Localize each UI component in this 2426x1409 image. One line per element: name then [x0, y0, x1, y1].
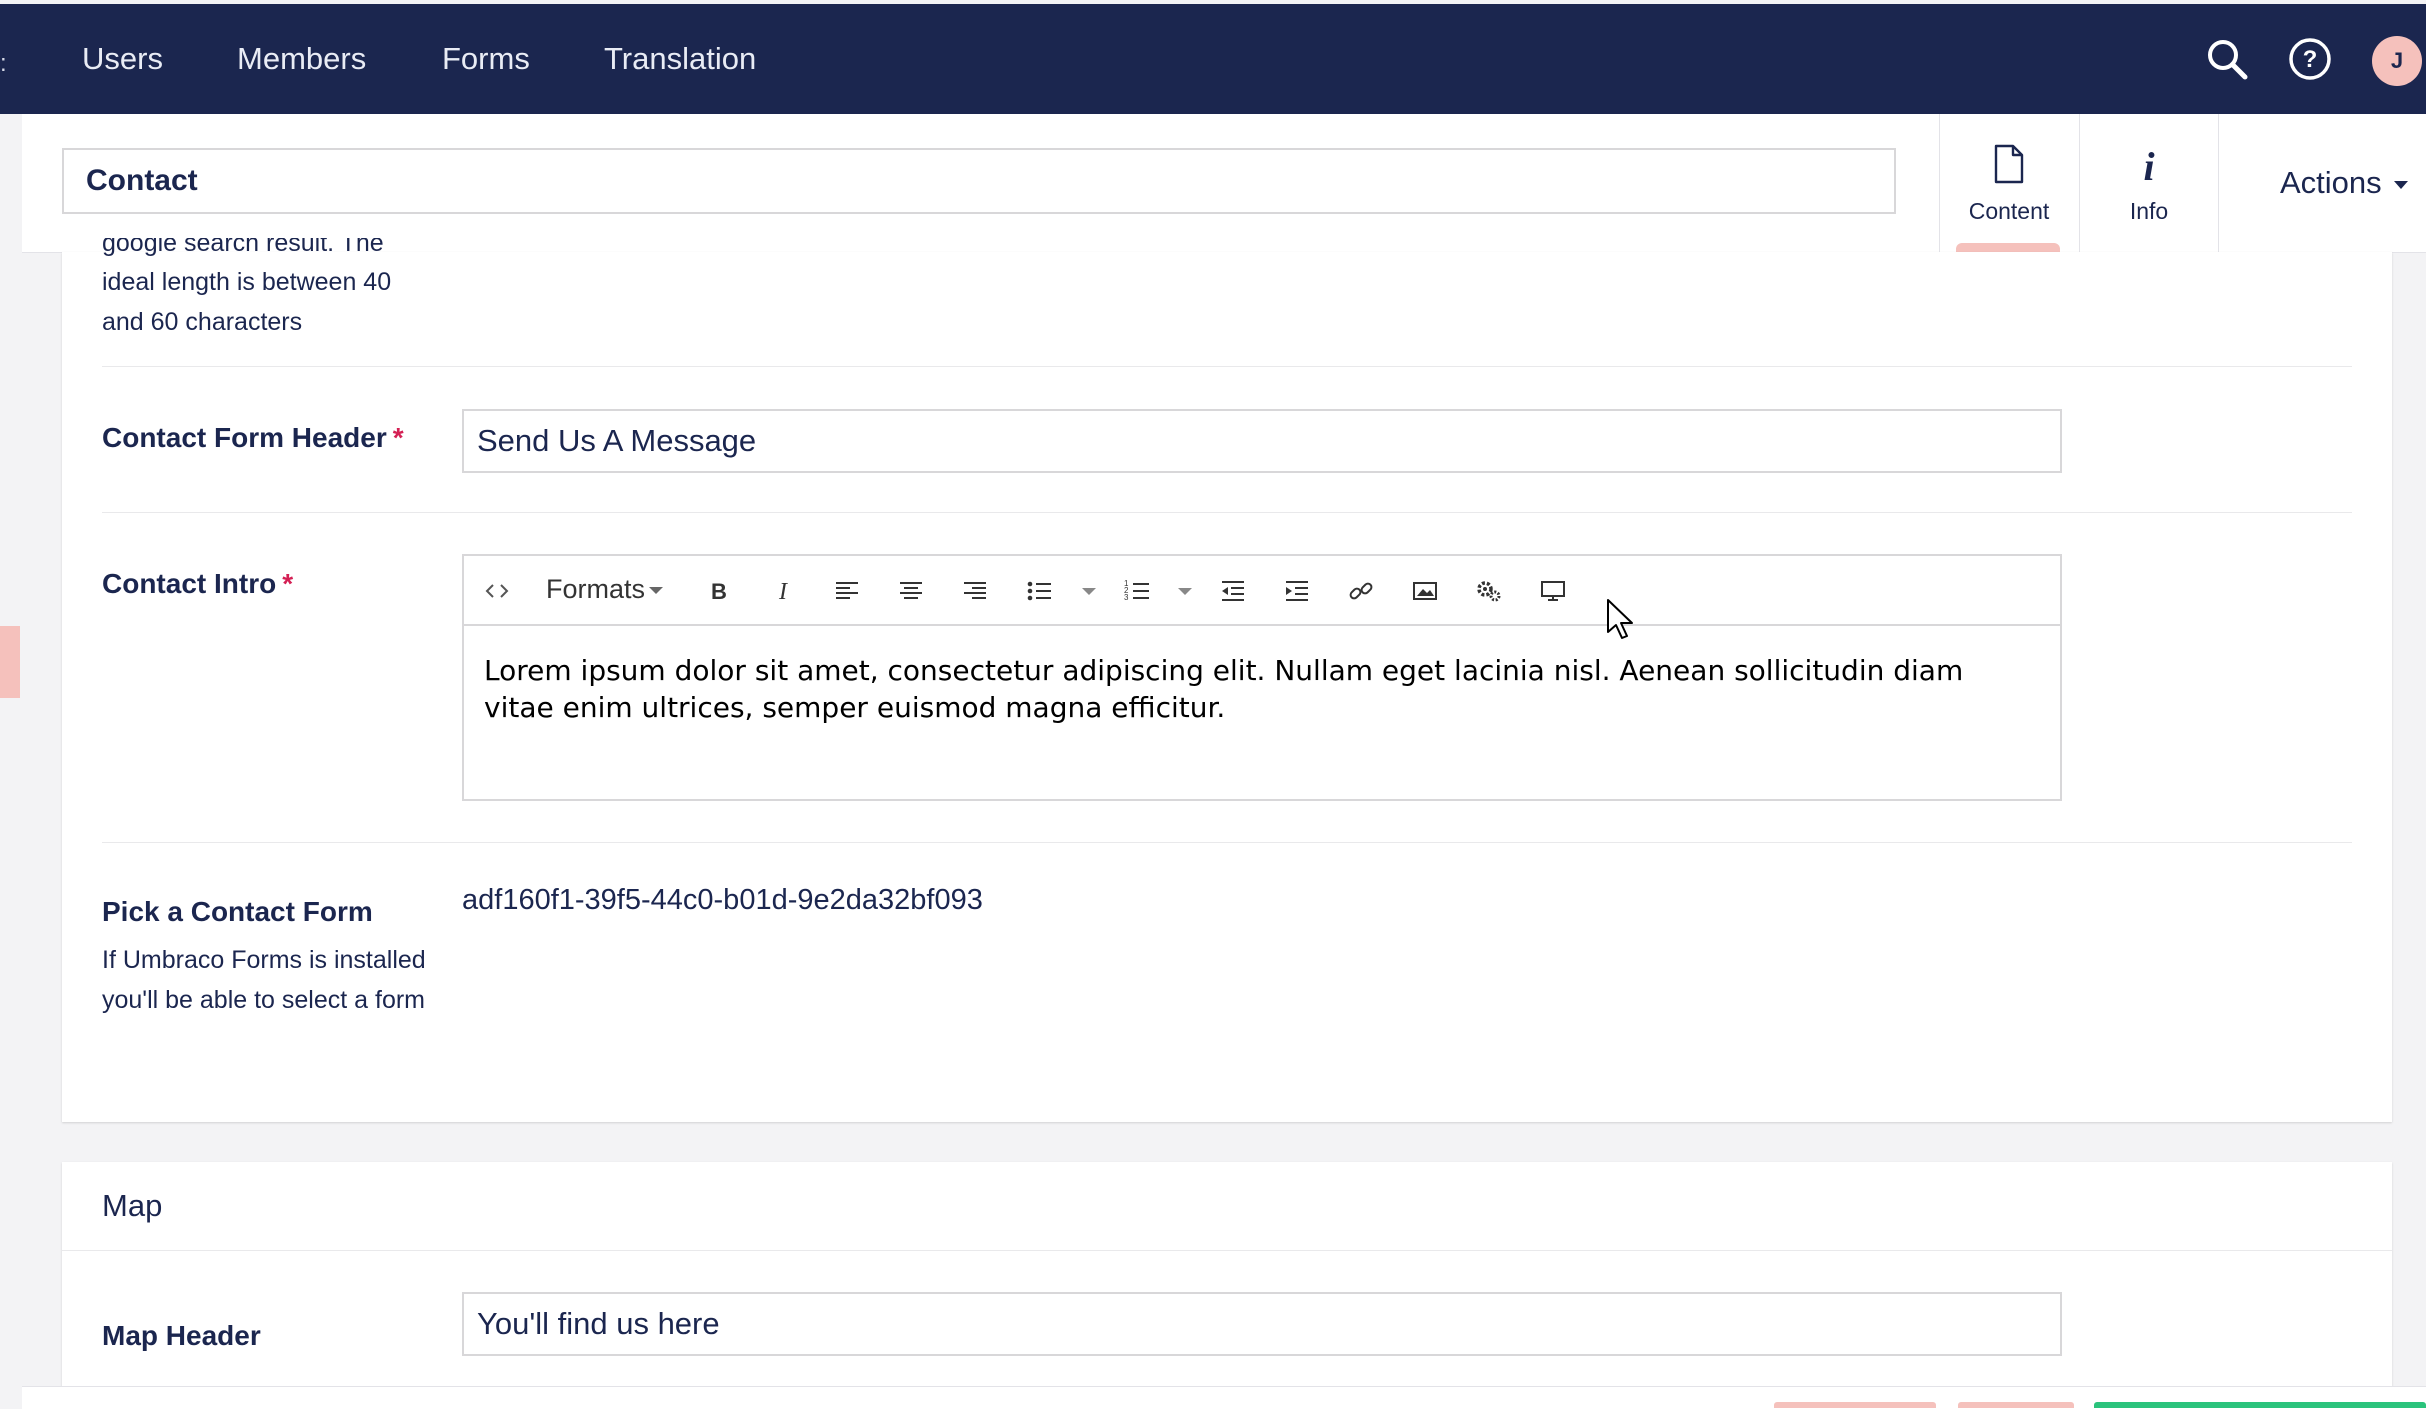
numbered-list-dropdown-icon[interactable]: [1178, 588, 1192, 595]
contact-form-header-label: Contact Form Header *: [102, 422, 404, 454]
required-marker: *: [392, 422, 404, 453]
tab-info[interactable]: i Info: [2079, 114, 2218, 252]
nav-item-translation[interactable]: Translation: [604, 4, 756, 114]
chevron-down-icon: [649, 587, 664, 595]
property-divider: [102, 512, 2352, 513]
pick-contact-form-label: Pick a Contact Form: [102, 896, 373, 927]
rte-content[interactable]: Lorem ipsum dolor sit amet, consectetur …: [484, 652, 2040, 726]
seo-description-line: google search result. The: [102, 238, 384, 257]
mouse-pointer-icon: [1607, 599, 1633, 639]
macro-settings-icon[interactable]: [1476, 578, 1502, 604]
required-marker: *: [282, 568, 294, 599]
group-title: Map: [102, 1188, 163, 1223]
document-icon: [1994, 144, 2024, 189]
tab-content[interactable]: Content: [1939, 114, 2078, 252]
formats-dropdown[interactable]: Formats: [546, 574, 664, 605]
nav-item-members[interactable]: Members: [237, 4, 366, 114]
property-divider: [102, 366, 2352, 367]
image-icon[interactable]: [1412, 578, 1438, 604]
drawer-edge-handle[interactable]: [0, 626, 20, 698]
caret-down-icon: [2393, 180, 2408, 189]
tab-info-label: Info: [2129, 198, 2169, 224]
nav-item-users[interactable]: Users: [82, 4, 163, 114]
contact-form-header-input[interactable]: Send Us A Message: [462, 409, 2062, 473]
link-icon[interactable]: [1348, 578, 1374, 604]
map-group-panel: Map Map Header You'll find us here: [62, 1162, 2392, 1408]
indent-icon[interactable]: [1284, 578, 1310, 604]
svg-text:B: B: [711, 579, 727, 604]
map-header-label: Map Header: [102, 1320, 261, 1351]
help-icon[interactable]: ?: [2287, 36, 2333, 82]
rte-toolbar: Formats B I 123: [464, 556, 2060, 626]
info-icon: i: [2137, 144, 2161, 191]
search-icon[interactable]: [2204, 36, 2250, 82]
numbered-list-icon[interactable]: 123: [1124, 578, 1150, 604]
nav-item-forms[interactable]: Forms: [442, 4, 530, 114]
footer-button-edge[interactable]: [1774, 1402, 1936, 1408]
contact-intro-rich-text-editor[interactable]: Formats B I 123 Lorem ipsum dolor sit am…: [462, 554, 2062, 801]
bullet-list-icon[interactable]: [1026, 578, 1052, 604]
align-center-icon[interactable]: [898, 578, 924, 604]
svg-text:i: i: [2143, 144, 2154, 186]
source-code-icon[interactable]: [484, 578, 510, 604]
nav-overflow-dot: :: [0, 50, 7, 77]
tab-content-label: Content: [1968, 198, 2050, 224]
contact-form-id-value: adf160f1-39f5-44c0-b01d-9e2da32bf093: [462, 884, 983, 916]
embed-media-icon[interactable]: [1540, 578, 1566, 604]
save-and-publish-button-edge[interactable]: [2094, 1402, 2426, 1408]
property-divider: [102, 842, 2352, 843]
label-text: Contact Form Header: [102, 422, 387, 453]
outdent-icon[interactable]: [1220, 578, 1246, 604]
seo-description-line: ideal length is between 40: [102, 268, 392, 296]
tab-divider: [2218, 114, 2219, 252]
seo-description-line: and 60 characters: [102, 308, 303, 336]
bold-icon[interactable]: B: [706, 578, 732, 604]
active-tab-indicator: [1956, 243, 2060, 252]
actions-button[interactable]: Actions: [2280, 114, 2408, 252]
content-group-panel: google search result. The ideal length i…: [62, 238, 2392, 1122]
editor-header: Contact Content i Info Actions: [22, 114, 2426, 253]
italic-icon[interactable]: I: [770, 578, 796, 605]
label-text: Contact Intro: [102, 568, 277, 599]
content-name-input[interactable]: Contact: [62, 148, 1896, 214]
align-left-icon[interactable]: [834, 578, 860, 604]
svg-text:I: I: [778, 579, 788, 604]
map-header-input[interactable]: You'll find us here: [462, 1292, 2062, 1356]
contact-intro-label: Contact Intro *: [102, 568, 293, 600]
bullet-list-dropdown-icon[interactable]: [1082, 588, 1096, 595]
actions-label: Actions: [2280, 165, 2382, 200]
align-right-icon[interactable]: [962, 578, 988, 604]
footer-button-edge[interactable]: [1958, 1402, 2074, 1408]
pick-contact-form-description: If Umbraco Forms is installed you'll be …: [102, 946, 426, 1014]
svg-text:3: 3: [1124, 593, 1129, 602]
seo-description-text: google search result. The ideal length i…: [102, 238, 432, 342]
svg-text:?: ?: [2303, 46, 2318, 73]
group-divider: [62, 1250, 2392, 1251]
formats-label: Formats: [546, 574, 646, 604]
user-avatar[interactable]: J: [2372, 36, 2422, 86]
top-navigation: : Users Members Forms Translation ? J: [0, 4, 2426, 114]
